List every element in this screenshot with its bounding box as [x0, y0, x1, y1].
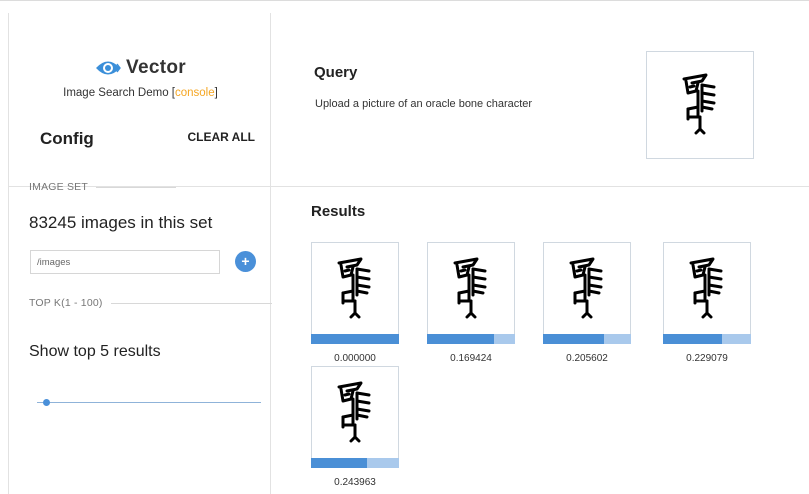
- image-count-text: 83245 images in this set: [29, 213, 213, 232]
- similarity-bar-fill: [311, 458, 368, 468]
- slider-track[interactable]: [37, 402, 261, 403]
- console-link[interactable]: console: [175, 87, 215, 99]
- similarity-bar-fill: [543, 334, 604, 344]
- result-thumbnail[interactable]: [311, 366, 399, 458]
- result-card[interactable]: 0.169424: [427, 242, 515, 364]
- section-divider-line: [110, 302, 272, 304]
- section-divider-line: [95, 186, 176, 188]
- result-thumbnail[interactable]: [427, 242, 515, 334]
- result-score: 0.205602: [566, 353, 608, 364]
- oracle-bone-character-icon: [337, 381, 371, 442]
- add-path-button[interactable]: +: [235, 251, 256, 272]
- brand: Vector Image Search Demo [console]: [9, 57, 272, 99]
- oracle-bone-character-icon: [453, 257, 487, 318]
- oracle-bone-character-icon: [682, 73, 716, 135]
- result-card[interactable]: 0.205602: [543, 242, 631, 364]
- result-thumbnail[interactable]: [311, 242, 399, 334]
- brand-name: Vector: [126, 57, 186, 78]
- topk-label: TOP K(1 - 100): [29, 297, 103, 309]
- image-set-label: IMAGE SET: [29, 181, 88, 193]
- topk-section-label: TOP K(1 - 100): [29, 297, 272, 309]
- similarity-bar: [311, 458, 399, 468]
- config-sidebar: Vector Image Search Demo [console] Confi…: [8, 13, 272, 494]
- result-thumbnail[interactable]: [543, 242, 631, 334]
- similarity-bar-fill: [311, 334, 399, 344]
- similarity-bar: [663, 334, 751, 344]
- oracle-bone-character-icon: [337, 257, 371, 318]
- brand-subtitle-end: ]: [214, 87, 218, 99]
- result-score: 0.229079: [686, 353, 728, 364]
- result-card[interactable]: 0.229079: [663, 242, 751, 364]
- oracle-bone-character-icon: [569, 257, 603, 318]
- brand-subtitle-text: Image Search Demo [: [63, 87, 175, 99]
- similarity-bar-fill: [427, 334, 494, 344]
- app-window: Vector Image Search Demo [console] Confi…: [0, 0, 809, 494]
- brand-subtitle: Image Search Demo [console]: [9, 87, 272, 99]
- result-card[interactable]: 0.000000: [311, 242, 399, 364]
- result-score: 0.243963: [334, 477, 376, 488]
- topk-slider[interactable]: [37, 397, 261, 409]
- oracle-bone-character-icon: [689, 257, 723, 318]
- config-title: Config: [40, 129, 94, 148]
- query-title: Query: [314, 64, 358, 81]
- slider-thumb[interactable]: [43, 399, 51, 406]
- query-panel: Query Upload a picture of an oracle bone…: [272, 1, 809, 187]
- results-title: Results: [311, 203, 366, 220]
- result-thumbnail[interactable]: [663, 242, 751, 334]
- result-card[interactable]: 0.243963: [311, 366, 399, 488]
- similarity-bar: [427, 334, 515, 344]
- similarity-bar-fill: [663, 334, 722, 344]
- show-top-text: Show top 5 results: [29, 343, 161, 360]
- image-path-input[interactable]: [30, 250, 220, 274]
- similarity-bar: [311, 334, 399, 344]
- similarity-bar: [543, 334, 631, 344]
- image-set-section-label: IMAGE SET: [29, 181, 272, 193]
- clear-all-button[interactable]: CLEAR ALL: [187, 130, 255, 144]
- result-score: 0.169424: [450, 353, 492, 364]
- eye-logo-icon: [96, 61, 121, 75]
- query-description: Upload a picture of an oracle bone chara…: [315, 98, 533, 110]
- result-score: 0.000000: [334, 353, 376, 364]
- query-image-upload[interactable]: [646, 51, 754, 159]
